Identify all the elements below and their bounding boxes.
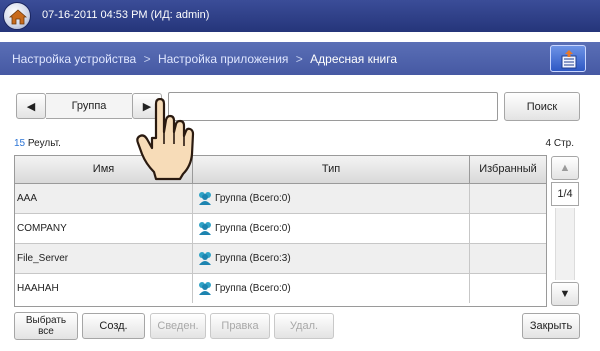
filter-type-label: Группа	[46, 93, 132, 119]
cell-type-text: Группа (Всего:0)	[215, 193, 291, 204]
scroll-down-button[interactable]: ▼	[551, 282, 579, 306]
scroll-up-button[interactable]: ▲	[551, 156, 579, 180]
triangle-up-icon: ▲	[559, 162, 571, 174]
cell-type-text: Группа (Всего:0)	[215, 223, 291, 234]
prev-filter-button[interactable]: ◀	[16, 93, 46, 119]
breadcrumb-item-app-settings[interactable]: Настройка приложения	[158, 52, 289, 66]
select-all-label-line1: Выбрать	[25, 315, 67, 326]
scrollbar-track[interactable]	[555, 208, 575, 280]
cell-name: AAA	[15, 184, 193, 213]
cell-favorite	[470, 214, 546, 243]
cell-favorite	[470, 244, 546, 273]
select-all-label: Выбрать все	[26, 315, 66, 337]
group-icon	[199, 282, 211, 295]
triangle-left-icon: ◀	[26, 100, 36, 113]
search-button[interactable]: Поиск	[504, 92, 580, 121]
group-icon	[199, 192, 211, 205]
cell-favorite	[470, 184, 546, 213]
address-book-button[interactable]	[550, 45, 586, 72]
search-input[interactable]	[168, 92, 498, 121]
address-table: Имя Тип Избранный AAA Группа (Всего:0) C…	[14, 155, 547, 307]
triangle-down-icon: ▼	[559, 288, 571, 300]
pointer-hand-icon	[136, 98, 195, 181]
cell-type: Группа (Всего:0)	[193, 214, 470, 243]
home-icon	[9, 9, 27, 25]
datetime-user-status: 07-16-2011 04:53 PM (ИД: admin)	[42, 9, 210, 21]
cell-type: Группа (Всего:3)	[193, 244, 470, 273]
merge-button[interactable]: Сведен.	[150, 313, 206, 339]
cell-name: File_Server	[15, 244, 193, 273]
home-button[interactable]	[3, 2, 31, 30]
create-button[interactable]: Созд.	[82, 313, 145, 339]
table-row[interactable]: File_Server Группа (Всего:3)	[15, 244, 546, 274]
column-header-type[interactable]: Тип	[193, 156, 470, 183]
breadcrumb-separator: >	[295, 52, 303, 66]
breadcrumb-separator: >	[143, 52, 151, 66]
table-row[interactable]: AAA Группа (Всего:0)	[15, 184, 546, 214]
cell-type: Группа (Всего:0)	[193, 274, 470, 303]
table-row[interactable]: HAAHAH Группа (Всего:0)	[15, 274, 546, 304]
top-status-bar: 07-16-2011 04:53 PM (ИД: admin)	[0, 0, 600, 32]
select-all-button[interactable]: Выбрать все	[14, 312, 78, 340]
cell-name: HAAHAH	[15, 274, 193, 303]
cell-type-text: Группа (Всего:3)	[215, 253, 291, 264]
table-header: Имя Тип Избранный	[15, 156, 546, 184]
delete-button[interactable]: Удал.	[274, 313, 334, 339]
close-button[interactable]: Закрыть	[522, 313, 580, 339]
page-count: 4 Стр.	[545, 138, 574, 149]
breadcrumb-item-device-settings[interactable]: Настройка устройства	[12, 52, 136, 66]
results-count: 15 Реульт.	[14, 138, 61, 149]
cell-type-text: Группа (Всего:0)	[215, 283, 291, 294]
breadcrumb-item-address-book: Адресная книга	[310, 52, 397, 66]
cell-name: COMPANY	[15, 214, 193, 243]
select-all-label-line2: все	[38, 326, 54, 337]
page-indicator: 1/4	[551, 182, 579, 206]
group-icon	[199, 252, 211, 265]
cell-type: Группа (Всего:0)	[193, 184, 470, 213]
edit-button[interactable]: Правка	[210, 313, 270, 339]
results-number: 15	[14, 138, 26, 149]
table-row[interactable]: COMPANY Группа (Всего:0)	[15, 214, 546, 244]
group-icon	[199, 222, 211, 235]
breadcrumb: Настройка устройства > Настройка приложе…	[0, 42, 600, 75]
results-label: Реульт.	[27, 138, 61, 149]
cell-favorite	[470, 274, 546, 303]
column-header-favorite[interactable]: Избранный	[470, 156, 546, 183]
address-book-icon	[561, 50, 577, 69]
